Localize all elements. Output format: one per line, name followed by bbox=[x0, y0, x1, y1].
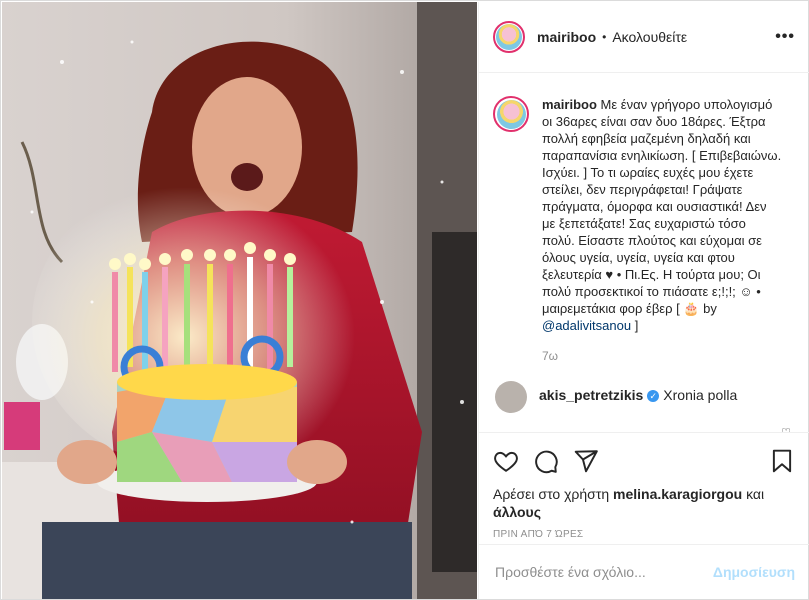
likes-middle: και bbox=[742, 486, 765, 502]
caption: mairiboo Με έναν γρήγορο υπολογισμό οι 3… bbox=[493, 96, 795, 365]
verified-badge-icon: ✓ bbox=[647, 390, 660, 403]
add-comment-bar: Δημοσίευση bbox=[479, 544, 809, 599]
caption-body: mairiboo Με έναν γρήγορο υπολογισμό οι 3… bbox=[542, 96, 782, 365]
caption-username[interactable]: mairiboo bbox=[542, 97, 597, 112]
heart-icon[interactable] bbox=[493, 448, 519, 474]
comment-item: akis_petretzikis ✓ Xronia polla bbox=[493, 381, 795, 413]
caption-age: 7ω bbox=[542, 349, 559, 363]
likes-user-link[interactable]: melina.karagiorgou bbox=[613, 486, 742, 502]
caption-closing: ] bbox=[631, 318, 639, 333]
post-header: mairiboo • Ακολουθείτε ••• bbox=[479, 2, 809, 73]
caption-avatar[interactable] bbox=[493, 96, 529, 132]
action-icons bbox=[493, 441, 795, 481]
post-side-panel: mairiboo • Ακολουθείτε ••• mairiboo Με έ… bbox=[478, 2, 809, 599]
post-actions: Αρέσει στο χρήστη melina.karagiorgou και… bbox=[479, 432, 809, 540]
commenter-username[interactable]: akis_petretzikis bbox=[539, 387, 643, 403]
likes-prefix: Αρέσει στο χρήστη bbox=[493, 486, 614, 502]
caption-text: Με έναν γρήγορο υπολογισμό οι 36αρες είν… bbox=[542, 97, 782, 316]
comments-list[interactable]: mairiboo Με έναν γρήγορο υπολογισμό οι 3… bbox=[479, 74, 809, 432]
following-button[interactable]: Ακολουθείτε bbox=[612, 29, 687, 45]
commenter-avatar[interactable] bbox=[495, 381, 527, 413]
comment-text: Xronia polla bbox=[663, 387, 738, 403]
share-icon[interactable] bbox=[573, 448, 599, 474]
cake bbox=[97, 364, 317, 502]
author-avatar[interactable] bbox=[493, 21, 525, 53]
likes-others-link[interactable]: άλλους bbox=[493, 504, 541, 520]
caption-mention-link[interactable]: @adalivitsanou bbox=[542, 318, 631, 333]
comment-body: akis_petretzikis ✓ Xronia polla bbox=[539, 381, 737, 403]
post-dialog: mairiboo • Ακολουθείτε ••• mairiboo Με έ… bbox=[0, 0, 809, 600]
post-photo[interactable] bbox=[2, 2, 477, 599]
more-options-icon[interactable]: ••• bbox=[775, 28, 795, 46]
bookmark-icon[interactable] bbox=[769, 448, 795, 474]
likes-summary: Αρέσει στο χρήστη melina.karagiorgou και… bbox=[493, 485, 795, 521]
post-timestamp[interactable]: ΠΡΙΝ ΑΠΌ 7 ΏΡΕΣ bbox=[493, 529, 795, 540]
comment-icon[interactable] bbox=[533, 448, 559, 474]
author-username[interactable]: mairiboo bbox=[537, 29, 596, 45]
comment-input[interactable] bbox=[493, 563, 713, 581]
birthday-photo-illustration bbox=[2, 2, 477, 599]
separator-dot: • bbox=[602, 30, 607, 44]
post-comment-button[interactable]: Δημοσίευση bbox=[713, 564, 795, 580]
